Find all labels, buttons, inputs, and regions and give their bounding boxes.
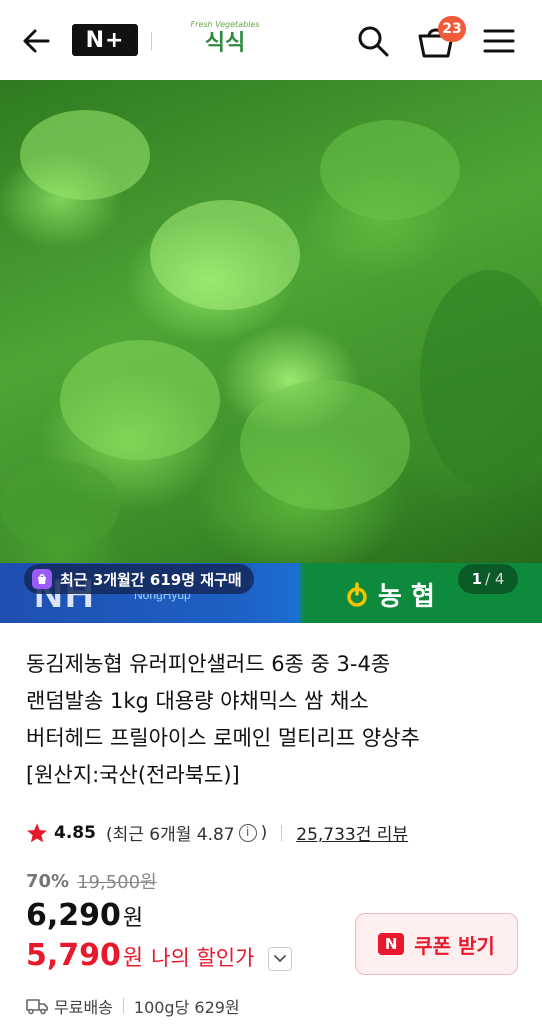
- original-price: 19,500원: [77, 872, 157, 893]
- lettuce-texture: [240, 380, 410, 510]
- rating-row: 4.85 (최근 6개월 4.87 i ) 25,733건 리뷰: [26, 820, 408, 845]
- shipping-row: 무료배송 100g당 629원: [26, 994, 240, 1018]
- sale-price-value: 6,290: [26, 898, 121, 933]
- my-price-unit: 원: [122, 946, 144, 971]
- review-count-link[interactable]: 25,733건 리뷰: [296, 820, 408, 845]
- image-counter: 1 / 4: [458, 564, 518, 594]
- product-image-carousel[interactable]: [0, 80, 542, 623]
- recent-rating: (최근 6개월 4.87: [105, 825, 235, 845]
- lettuce-texture: [60, 340, 220, 460]
- truck-icon: [26, 999, 48, 1015]
- get-coupon-button[interactable]: N 쿠폰 받기: [355, 913, 518, 975]
- lettuce-texture: [150, 200, 300, 310]
- store-brand-logo[interactable]: Fresh Vegetables 식식: [190, 20, 260, 60]
- back-arrow-icon[interactable]: [20, 24, 54, 58]
- shipping-label: 무료배송: [54, 998, 113, 1017]
- hamburger-menu-icon[interactable]: [482, 26, 516, 56]
- rating-score: 4.85: [54, 822, 96, 843]
- image-index: 1: [471, 570, 483, 588]
- product-title-line: 랜덤발송 1kg 대용량 야채믹스 쌈 채소: [26, 689, 369, 713]
- product-title-line: 동김제농협 유러피안샐러드 6종 중 3-4종: [26, 652, 391, 676]
- nonghyup-logo: 농 협: [346, 576, 435, 613]
- nplus-logo[interactable]: N+: [72, 24, 138, 56]
- star-icon: [27, 822, 47, 842]
- lettuce-texture: [320, 120, 460, 220]
- shopping-bag-icon: [32, 569, 52, 589]
- product-title: 동김제농협 유러피안샐러드 6종 중 3-4종 랜덤발송 1kg 대용량 야채믹…: [26, 646, 526, 794]
- top-header: N+ Fresh Vegetables 식식 23: [0, 0, 542, 80]
- brand-name: 식식: [204, 31, 246, 56]
- lettuce-texture: [0, 460, 120, 550]
- discount-percent: 70%: [26, 870, 70, 892]
- product-title-line: 버터헤드 프릴아이스 로메인 멀티리프 양상추: [26, 726, 420, 750]
- recent-rating-close: ): [260, 822, 268, 843]
- cart-count-badge: 23: [438, 16, 466, 42]
- product-title-line: [원산지:국산(전라북도)]: [26, 763, 240, 787]
- chevron-down-icon: [274, 955, 286, 963]
- image-total: / 4: [485, 570, 505, 588]
- header-divider: [151, 32, 152, 50]
- naver-n-icon: N: [378, 933, 405, 955]
- my-price-expand-button[interactable]: [268, 947, 292, 971]
- brand-tagline: Fresh Vegetables: [190, 20, 260, 29]
- shipping-divider: [122, 998, 124, 1014]
- unit-price: 100g당 629원: [133, 998, 240, 1017]
- lettuce-texture: [420, 270, 542, 490]
- my-discount-price: 5,790 원 나의 할인가: [26, 938, 254, 973]
- coupon-button-label: 쿠폰 받기: [414, 933, 495, 958]
- sale-price-unit: 원: [122, 906, 144, 931]
- rating-divider: [281, 824, 283, 841]
- nonghyup-logo-text: 농 협: [378, 582, 435, 612]
- search-icon[interactable]: [356, 24, 390, 58]
- info-icon[interactable]: i: [238, 823, 257, 842]
- repurchase-badge: 최근 3개월간 619명 재구매: [24, 564, 254, 594]
- discount-row: 70% 19,500원: [26, 868, 157, 894]
- sale-price: 6,290 원: [26, 898, 143, 933]
- my-price-value: 5,790: [26, 938, 121, 973]
- my-price-label: 나의 할인가: [151, 946, 255, 970]
- lettuce-texture: [20, 110, 150, 200]
- nonghyup-mark-icon: [347, 581, 367, 607]
- repurchase-text: 최근 3개월간 619명 재구매: [60, 570, 242, 589]
